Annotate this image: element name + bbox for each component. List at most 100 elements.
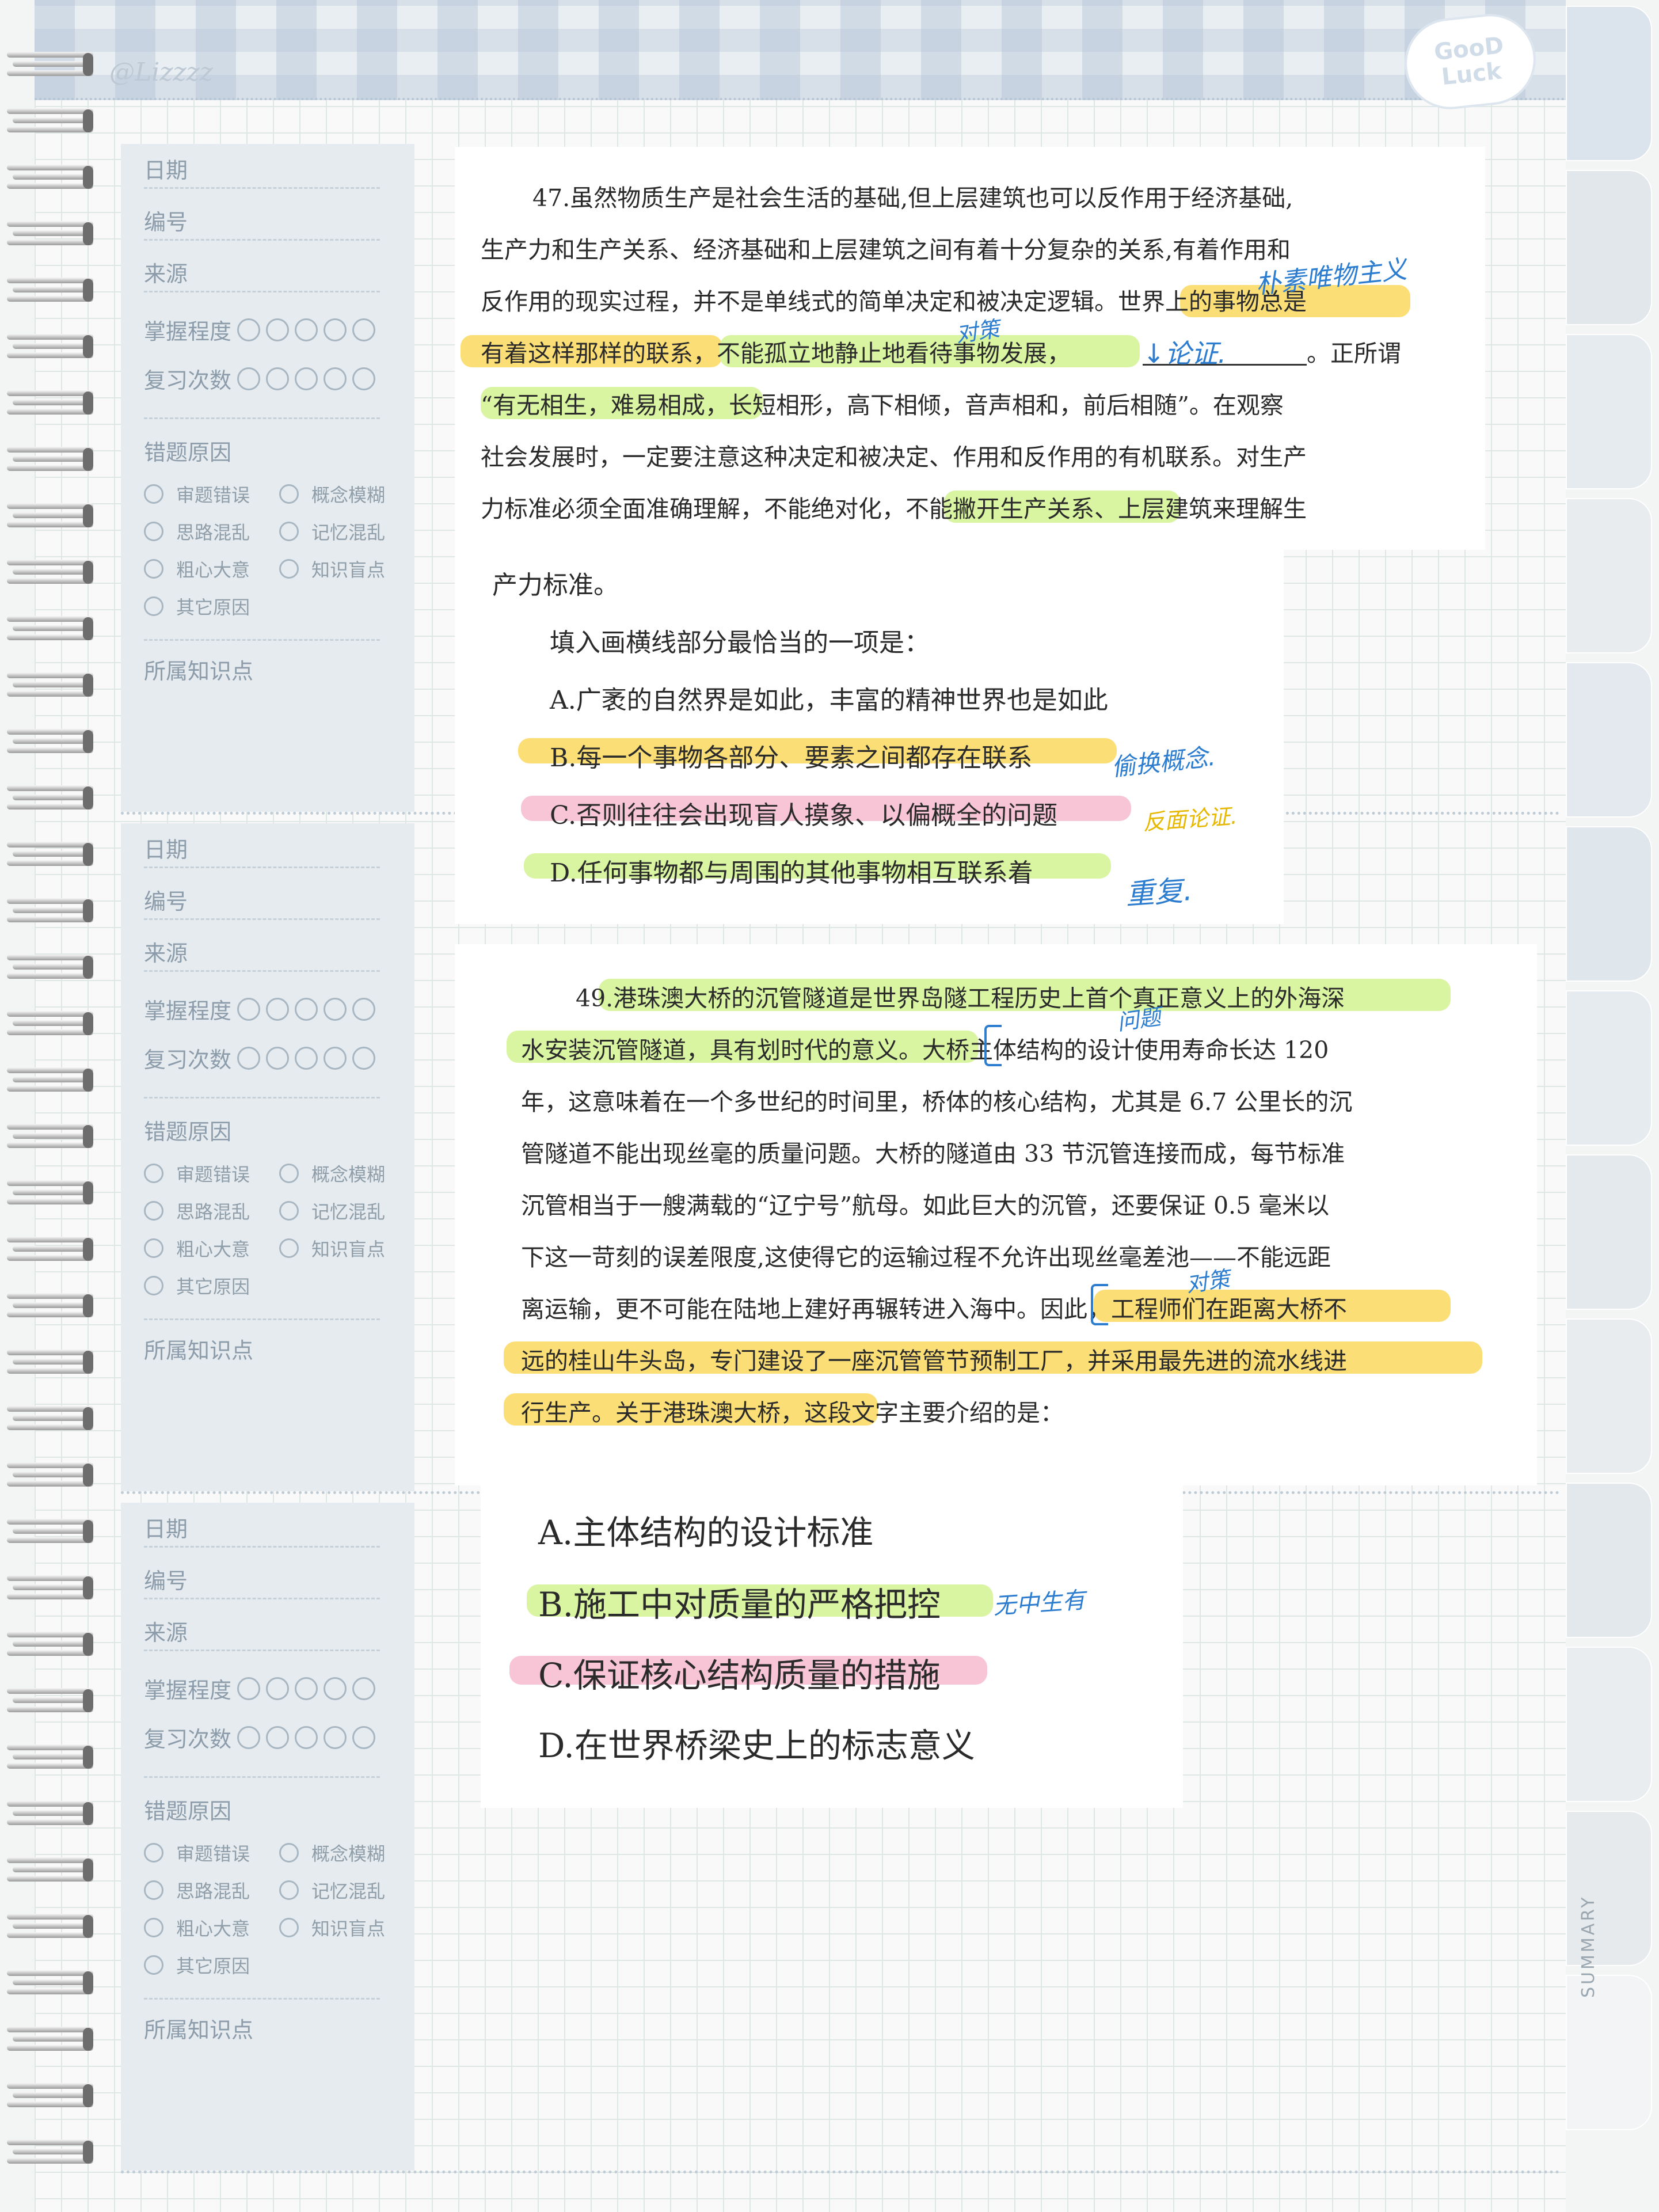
reason-vague-concept[interactable]: 概念模糊	[279, 481, 385, 507]
q47-prompt: 填入画横线部分最恰当的一项是：	[550, 628, 930, 657]
binding-ring	[7, 1237, 93, 1263]
source-label: 来源	[144, 941, 188, 966]
q47-option-a[interactable]: A.广袤的自然界是如此，丰富的精神世界也是如此	[550, 679, 1108, 716]
section-tab[interactable]	[1566, 826, 1652, 982]
q47-line-2: 生产力和生产关系、经济基础和上层建筑之间有着十分复杂的关系,有着作用和	[481, 236, 1291, 264]
binding-ring	[7, 52, 93, 78]
date-label: 日期	[144, 837, 188, 862]
reason-knowledge-gap[interactable]: 知识盲点	[279, 556, 385, 582]
reason-memory-mixup[interactable]: 记忆混乱	[279, 1198, 385, 1224]
divider	[144, 1546, 380, 1548]
reason-misread[interactable]: 审题错误	[144, 481, 250, 507]
reason-knowledge-gap[interactable]: 知识盲点	[279, 1235, 385, 1261]
divider	[144, 1318, 380, 1320]
q49-line-4: 管隧道不能出现丝毫的质量问题。大桥的隧道由 33 节沉管连接而成，每节标准	[521, 1140, 1345, 1168]
review-rating[interactable]: 复习次数	[144, 1721, 376, 1753]
date-label: 日期	[144, 158, 188, 183]
error-log-panel: 日期 编号 来源 掌握程度 复习次数 错题原因 审题错误 概念模糊 思路混乱 记…	[121, 1503, 414, 2171]
binding-ring	[7, 390, 93, 417]
section-tab[interactable]	[1566, 990, 1652, 1146]
binding-ring	[7, 898, 93, 925]
pen-bracket	[984, 1025, 1002, 1066]
q47-option-c[interactable]: C.否则往往会出现盲人摸象、以偏概全的问题	[550, 795, 1057, 831]
reason-other[interactable]: 其它原因	[144, 1272, 250, 1299]
reason-vague-concept[interactable]: 概念模糊	[279, 1839, 385, 1866]
divider	[144, 239, 380, 241]
reason-confused-thinking[interactable]: 思路混乱	[144, 518, 250, 545]
mastery-rating[interactable]: 掌握程度	[144, 993, 376, 1025]
reason-confused-thinking[interactable]: 思路混乱	[144, 1198, 250, 1224]
error-reasons-title: 错题原因	[144, 440, 232, 465]
header-band	[35, 0, 1566, 100]
source-label: 来源	[144, 1620, 188, 1645]
q47-option-b[interactable]: B.每一个事物各部分、要素之间都存在联系	[550, 737, 1032, 774]
q47-line-4-end: 。正所谓	[1307, 340, 1401, 367]
error-log-panel: 日期 编号 来源 掌握程度 复习次数 错题原因 审题错误 概念模糊 思路混乱 记…	[121, 144, 414, 812]
mastery-label: 掌握程度	[144, 319, 232, 344]
reason-vague-concept[interactable]: 概念模糊	[279, 1160, 385, 1187]
binding-ring	[7, 108, 93, 135]
knowledge-point-label: 所属知识点	[144, 1338, 254, 1363]
section-tab[interactable]	[1566, 1975, 1652, 2130]
note-countermeasure-49: 对策	[1184, 1265, 1232, 1298]
reason-careless[interactable]: 粗心大意	[144, 556, 250, 582]
binding-ring	[7, 1519, 93, 1545]
reason-other[interactable]: 其它原因	[144, 1952, 250, 1978]
reason-confused-thinking[interactable]: 思路混乱	[144, 1877, 250, 1903]
section-tab[interactable]	[1566, 1154, 1652, 1310]
binding-ring	[7, 729, 93, 755]
reason-careless[interactable]: 粗心大意	[144, 1914, 250, 1941]
binding-ring	[7, 447, 93, 473]
q49-option-b[interactable]: B.施工中对质量的严格把控	[538, 1578, 941, 1626]
divider	[144, 1776, 380, 1778]
note-repeat: 重复.	[1124, 873, 1194, 911]
divider	[144, 918, 380, 920]
q49-line-2: 水安装沉管隧道，具有划时代的意义。大桥主体结构的设计使用寿命长达 120	[521, 1036, 1329, 1064]
q49-option-a[interactable]: A.主体结构的设计标准	[538, 1506, 873, 1554]
binding-ring	[7, 1293, 93, 1320]
divider	[144, 970, 380, 972]
reason-memory-mixup[interactable]: 记忆混乱	[279, 518, 385, 545]
binding-ring	[7, 785, 93, 812]
mastery-rating[interactable]: 掌握程度	[144, 314, 376, 345]
section-tab[interactable]	[1566, 1647, 1652, 1802]
q49-option-d[interactable]: D.在世界桥梁史上的标志意义	[538, 1719, 975, 1767]
section-tab[interactable]	[1566, 498, 1652, 653]
q49-line-9: 行生产。关于港珠澳大桥，这段文字主要介绍的是：	[521, 1399, 1064, 1427]
pen-bracket	[1091, 1284, 1108, 1325]
q49-line-7: 离运输，更不可能在陆地上建好再辗转进入海中。因此，工程师们在距离大桥不	[521, 1295, 1347, 1323]
reason-memory-mixup[interactable]: 记忆混乱	[279, 1877, 385, 1903]
binding-ring	[7, 1124, 93, 1150]
section-tab[interactable]	[1566, 1318, 1652, 1474]
q49-option-c[interactable]: C.保证核心结构质量的措施	[538, 1648, 941, 1697]
section-tab[interactable]	[1566, 334, 1652, 489]
review-rating[interactable]: 复习次数	[144, 1042, 376, 1074]
q47-line-1: 47.虽然物质生产是社会生活的基础,但上层建筑也可以反作用于经济基础,	[532, 184, 1293, 212]
review-rating[interactable]: 复习次数	[144, 363, 376, 394]
section-tab[interactable]	[1566, 662, 1652, 818]
q47-line-6: 社会发展时，一定要注意这种决定和被决定、作用和反作用的有机联系。对生产	[481, 443, 1307, 471]
q47-option-d[interactable]: D.任何事物都与周围的其他事物相互联系着	[550, 852, 1033, 889]
binding-ring	[7, 616, 93, 643]
q49-line-3: 年，这意味着在一个多世纪的时间里，桥体的核心结构，尤其是 6.7 公里长的沉	[521, 1088, 1353, 1116]
reason-knowledge-gap[interactable]: 知识盲点	[279, 1914, 385, 1941]
divider	[144, 187, 380, 189]
divider	[144, 866, 380, 868]
reason-other[interactable]: 其它原因	[144, 593, 250, 619]
binding-ring	[7, 1914, 93, 1940]
binding-ring	[7, 1350, 93, 1376]
q47-line-3: 反作用的现实过程，并不是单线式的简单决定和被决定逻辑。世界上的事物总是	[481, 288, 1307, 316]
binding-ring	[7, 560, 93, 586]
section-tab[interactable]	[1566, 6, 1652, 161]
mastery-rating[interactable]: 掌握程度	[144, 1673, 376, 1704]
q49-line-5: 沉管相当于一艘满载的“辽宁号”航母。如此巨大的沉管，还要保证 0.5 毫米以	[521, 1192, 1330, 1219]
tab-summary-label[interactable]: SUMMARY	[1578, 1895, 1599, 1998]
section-tab[interactable]	[1566, 170, 1652, 325]
binding-ring	[7, 1067, 93, 1094]
reason-misread[interactable]: 审题错误	[144, 1160, 250, 1187]
reason-careless[interactable]: 粗心大意	[144, 1235, 250, 1261]
note-counter-argument: 反面论证.	[1141, 803, 1238, 835]
binding-ring	[7, 1011, 93, 1037]
section-tab[interactable]	[1566, 1483, 1652, 1638]
reason-misread[interactable]: 审题错误	[144, 1839, 250, 1866]
